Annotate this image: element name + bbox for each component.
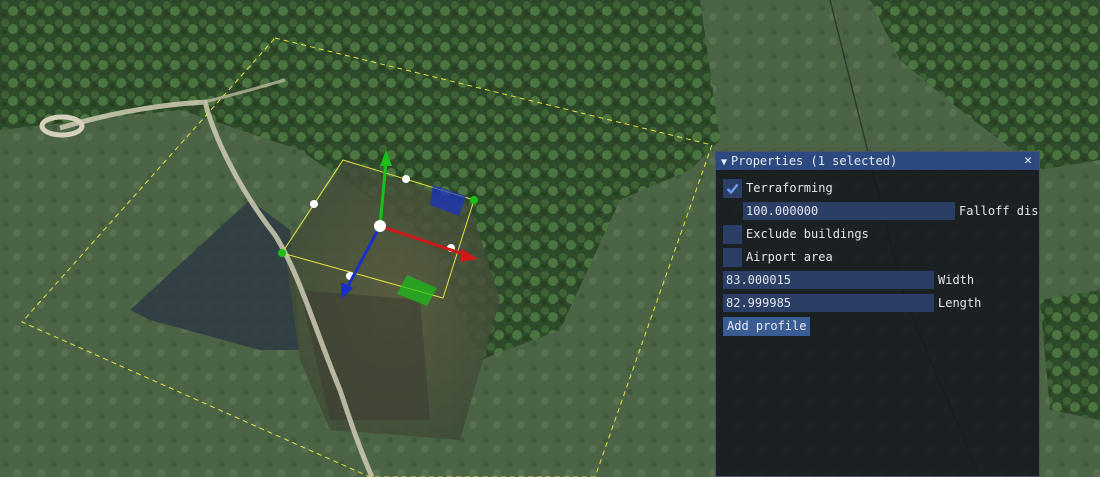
airport-area-label: Airport area [746, 250, 833, 264]
falloff-input[interactable]: 100.000000 [743, 202, 955, 220]
width-row: 83.000015 Width [723, 270, 974, 290]
properties-panel: ▼ Properties (1 selected) ✕ Terraforming … [715, 151, 1040, 477]
airport-area-checkbox[interactable] [723, 247, 742, 267]
checkmark-icon [726, 183, 739, 194]
resize-handle-corner[interactable] [278, 249, 286, 257]
falloff-row: 100.000000 Falloff dis [743, 201, 1038, 221]
terraforming-checkbox[interactable] [723, 178, 742, 198]
exclude-buildings-checkbox[interactable] [723, 224, 742, 244]
add-profile-button[interactable]: Add profile [723, 316, 811, 336]
terraforming-row[interactable]: Terraforming [723, 178, 833, 198]
resize-handle-edge[interactable] [402, 175, 410, 183]
length-row: 82.999985 Length [723, 293, 981, 313]
panel-title: Properties (1 selected) [731, 154, 898, 168]
exclude-buildings-row[interactable]: Exclude buildings [723, 224, 869, 244]
triangle-down-icon[interactable]: ▼ [721, 157, 727, 168]
resize-handle-corner[interactable] [470, 196, 478, 204]
gizmo-center[interactable] [374, 220, 386, 232]
panel-title-bar[interactable]: ▼ Properties (1 selected) ✕ [716, 152, 1039, 170]
width-label: Width [938, 273, 975, 287]
length-label: Length [938, 296, 982, 310]
resize-handle-edge[interactable] [310, 200, 318, 208]
falloff-label: Falloff dis [959, 204, 1039, 218]
add-profile-row: Add profile [723, 316, 811, 336]
close-icon[interactable]: ✕ [1021, 152, 1035, 170]
exclude-buildings-label: Exclude buildings [746, 227, 869, 241]
length-input[interactable]: 82.999985 [723, 294, 934, 312]
width-input[interactable]: 83.000015 [723, 271, 934, 289]
terraforming-label: Terraforming [746, 181, 833, 195]
airport-area-row[interactable]: Airport area [723, 247, 833, 267]
